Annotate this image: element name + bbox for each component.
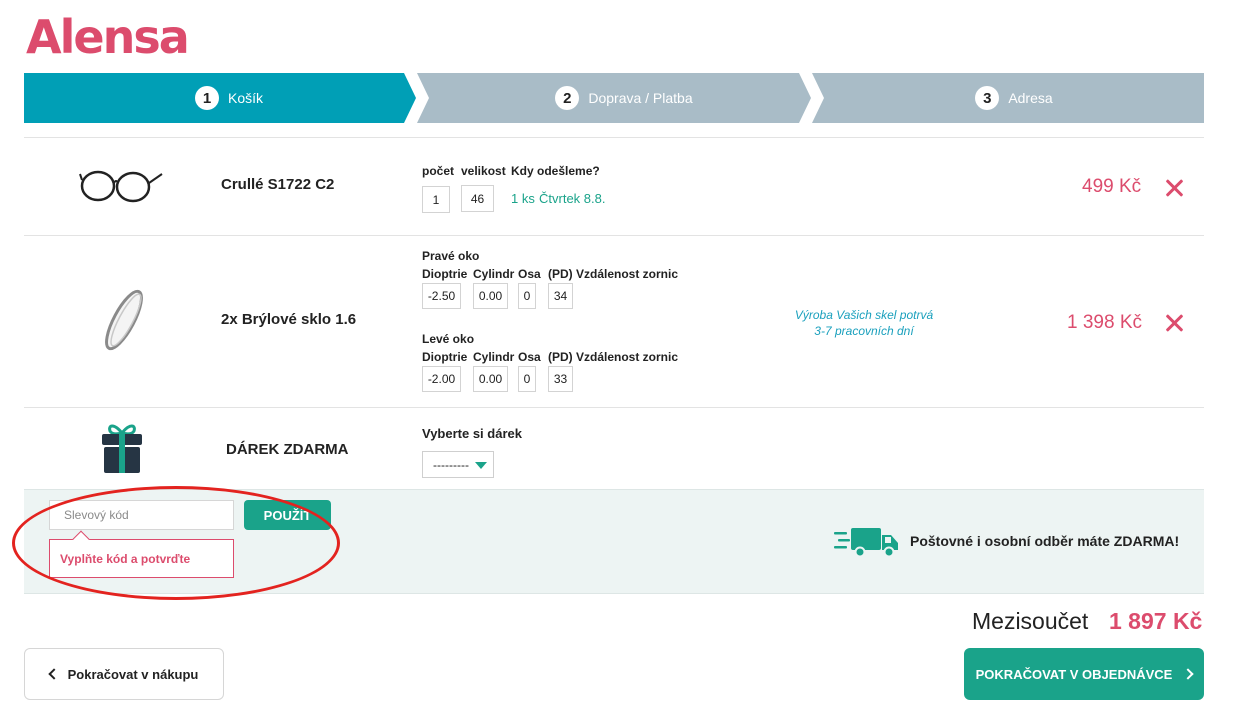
gift-icon [102, 424, 142, 473]
item-price: 499 Kč [1082, 176, 1142, 197]
chevron-down-icon [475, 462, 487, 469]
step-3-number: 3 [975, 86, 1000, 110]
continue-order-label: POKRAČOVAT V OBJEDNÁVCE [975, 666, 1173, 682]
step-1-number: 1 [194, 86, 219, 110]
chevron-left-icon [47, 668, 60, 680]
continue-shopping-label: Pokračovat v nákupu [67, 666, 199, 682]
axis-label: Osa [518, 267, 541, 281]
step-2-label: Doprava / Platba [588, 90, 693, 106]
size-value: 46 [461, 185, 494, 212]
chevron-right-icon [1182, 668, 1195, 680]
remove-item-icon[interactable] [1164, 178, 1184, 198]
continue-shopping-button[interactable]: Pokračovat v nákupu [24, 648, 224, 700]
free-shipping-note: Poštovné i osobní odběr máte ZDARMA! [910, 533, 1180, 549]
left-diopter-value: -2.00 [422, 366, 461, 392]
step-cart[interactable]: 1 Košík [24, 73, 434, 123]
pd-label: (PD) Vzdálenost zornic [548, 267, 679, 281]
left-axis-value: 0 [518, 366, 536, 392]
gift-select-value: --------- [433, 457, 469, 472]
diopter-label: Dioptrie [422, 350, 468, 364]
cylinder-label: Cylindr [473, 350, 515, 364]
gift-title: DÁREK ZDARMA [226, 441, 349, 458]
axis-label: Osa [518, 350, 541, 364]
gift-select-label: Vyberte si dárek [422, 426, 522, 441]
remove-item-icon[interactable] [1164, 313, 1184, 333]
ship-quantity: 1 ks [511, 191, 535, 206]
production-note-line-2: 3-7 pracovních dní [814, 324, 914, 338]
continue-order-button[interactable]: POKRAČOVAT V OBJEDNÁVCE [964, 648, 1204, 700]
quantity-input[interactable]: 1 [422, 186, 450, 213]
production-time-note: Výroba Vašich skel potrvá 3-7 pracovních… [764, 307, 964, 339]
divider [24, 137, 1204, 138]
item-price: 1 398 Kč [1067, 312, 1142, 333]
ship-date: Čtvrtek 8.8. [539, 191, 606, 206]
right-pd-value: 34 [548, 283, 573, 309]
step-1-label: Košík [227, 90, 263, 106]
product-name[interactable]: 2x Brýlové sklo 1.6 [221, 311, 356, 328]
delivery-truck-icon [834, 528, 898, 557]
size-label: velikost [461, 164, 506, 178]
diopter-label: Dioptrie [422, 267, 468, 281]
checkout-steps: 1 Košík 2 Doprava / Platba 3 Adresa [24, 73, 1204, 123]
right-diopter-value: -2.50 [422, 283, 461, 309]
step-3-label: Adresa [1008, 90, 1053, 106]
left-pd-value: 33 [548, 366, 573, 392]
apply-coupon-button[interactable]: POUŽÍT [244, 500, 331, 530]
product-name[interactable]: Crullé S1722 C2 [221, 176, 334, 193]
right-cylinder-value: 0.00 [473, 283, 508, 309]
cylinder-label: Cylindr [473, 267, 515, 281]
production-note-line-1: Výroba Vašich skel potrvá [794, 308, 934, 322]
glasses-product-image [79, 170, 163, 203]
right-eye-title: Pravé oko [422, 249, 480, 263]
quantity-label: počet [422, 164, 455, 178]
pd-label: (PD) Vzdálenost zornic [548, 350, 679, 364]
left-eye-title: Levé oko [422, 332, 475, 346]
alensa-logo[interactable]: Alensa [26, 10, 190, 64]
subtotal-label: Mezisoučet [972, 608, 1089, 634]
lens-product-image [105, 289, 143, 351]
divider [24, 407, 1204, 408]
coupon-error-message: Vyplňte kód a potvrďte [49, 539, 234, 578]
divider [24, 235, 1204, 236]
right-axis-value: 0 [518, 283, 536, 309]
shipping-time-label: Kdy odešleme? [511, 164, 600, 178]
step-shipping-payment[interactable]: 2 Doprava / Platba [424, 73, 824, 123]
coupon-code-input[interactable] [49, 500, 234, 530]
subtotal-value: 1 897 Kč [1109, 608, 1203, 634]
step-address[interactable]: 3 Adresa [824, 73, 1204, 123]
left-cylinder-value: 0.00 [473, 366, 508, 392]
step-2-number: 2 [555, 86, 580, 110]
gift-select[interactable]: --------- [422, 451, 494, 478]
